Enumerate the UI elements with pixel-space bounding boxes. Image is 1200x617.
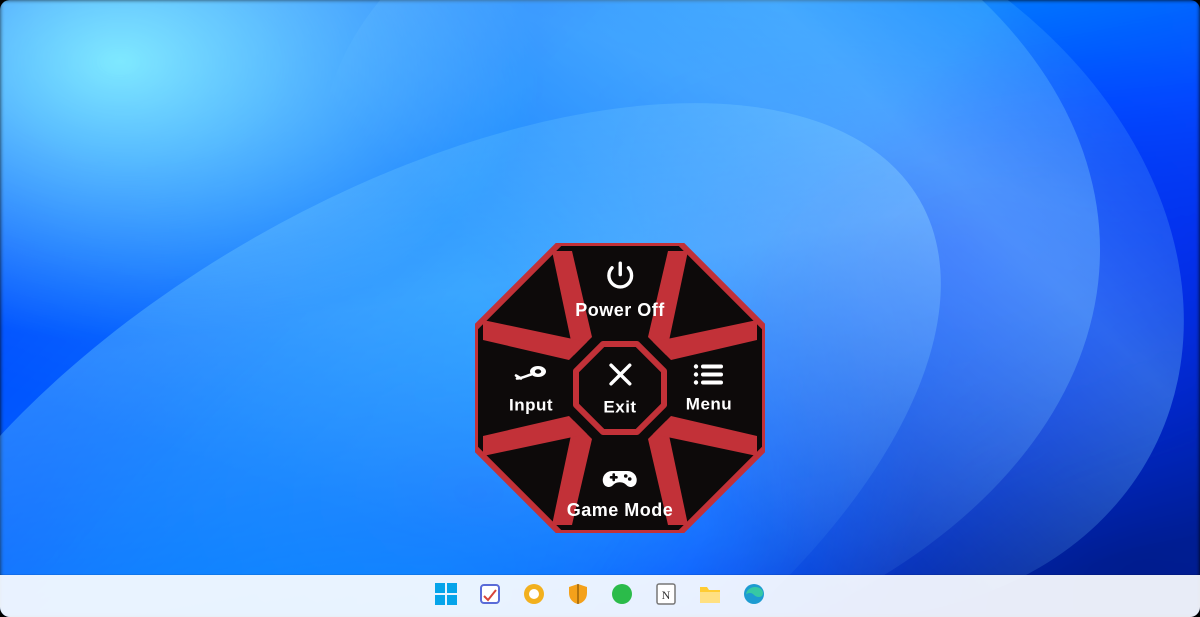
osd-game-mode-button[interactable]: Game Mode [567, 465, 674, 521]
monitor-osd-menu: Power Off Game Mode [475, 243, 765, 533]
edge-icon [743, 583, 765, 610]
list-icon [692, 362, 726, 393]
close-icon [604, 359, 636, 396]
gamepad-icon [602, 465, 638, 498]
osd-menu-label: Menu [686, 395, 732, 415]
taskbar-app-edge[interactable] [741, 583, 767, 609]
taskbar: N [0, 575, 1200, 617]
osd-game-mode-label: Game Mode [567, 500, 674, 521]
taskbar-app-notes[interactable]: N [653, 583, 679, 609]
taskbar-app-snip[interactable] [477, 583, 503, 609]
taskbar-app-browser1[interactable] [521, 583, 547, 609]
taskbar-app-chat[interactable] [609, 583, 635, 609]
snip-icon [479, 583, 501, 610]
svg-text:N: N [662, 588, 671, 602]
osd-input-label: Input [509, 396, 553, 416]
chat-icon [611, 583, 633, 610]
windows-logo-icon [435, 583, 457, 610]
osd-power-off-label: Power Off [575, 300, 665, 321]
osd-input-button[interactable]: Input [487, 361, 575, 416]
input-source-icon [511, 361, 551, 394]
taskbar-app-security[interactable] [565, 583, 591, 609]
folder-icon [698, 584, 722, 609]
start-button[interactable] [433, 583, 459, 609]
osd-exit-label: Exit [603, 398, 636, 418]
note-icon: N [656, 583, 676, 610]
power-icon [603, 259, 637, 298]
screen: Power Off Game Mode [0, 0, 1200, 617]
osd-power-off-button[interactable]: Power Off [575, 259, 665, 321]
globe-icon [523, 583, 545, 610]
osd-menu-button[interactable]: Menu [665, 362, 753, 415]
taskbar-app-explorer[interactable] [697, 583, 723, 609]
osd-exit-button[interactable]: Exit [603, 359, 636, 418]
shield-icon [568, 583, 588, 610]
